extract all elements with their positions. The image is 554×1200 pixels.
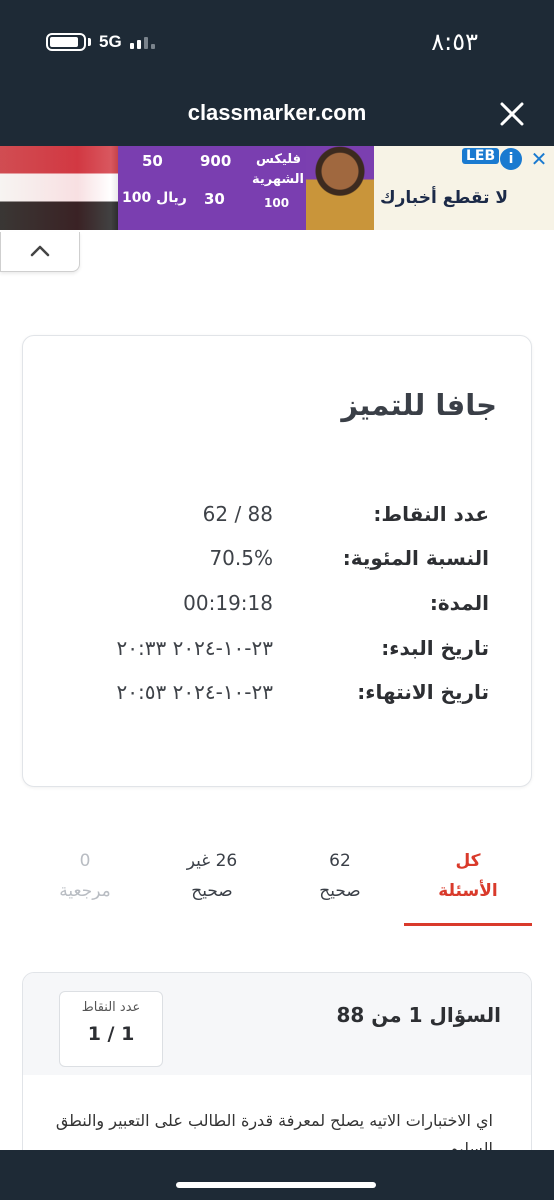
- ad-close-icon[interactable]: ✕: [528, 148, 550, 170]
- points-label: عدد النقاط: [81, 1000, 141, 1015]
- page-url[interactable]: classmarker.com: [0, 100, 554, 126]
- stat-row-duration: المدة: 00:19:18: [23, 591, 531, 621]
- close-icon[interactable]: [498, 100, 526, 128]
- ad-text: فليكس: [256, 152, 302, 167]
- stat-row-end-date: تاريخ الانتهاء: ٢٣-١٠-٢٠٢٤ ٢٠:٥٣: [23, 680, 531, 710]
- battery-tip: [88, 38, 91, 46]
- home-indicator[interactable]: [176, 1182, 376, 1188]
- ad-offer-panel: 50 900 فليكس الشهرية 100 30 100 ريال: [118, 146, 306, 230]
- ad-banner[interactable]: 50 900 فليكس الشهرية 100 30 100 ريال لا …: [0, 146, 554, 230]
- stat-value: 70.5%: [209, 546, 273, 570]
- points-value: 1 / 1: [87, 1023, 135, 1045]
- stat-value: 00:19:18: [183, 591, 273, 615]
- browser-chrome: 5G ٨:٥٣ classmarker.com: [0, 0, 554, 146]
- stat-label: تاريخ الانتهاء:: [357, 680, 489, 704]
- stat-label: تاريخ البدء:: [381, 636, 489, 660]
- tab-line: صحيح: [191, 881, 233, 901]
- status-time: ٨:٥٣: [431, 28, 478, 56]
- stat-label: النسبة المئوية:: [342, 546, 489, 570]
- stat-value: ٢٣-١٠-٢٠٢٤ ٢٠:٣٣: [116, 636, 273, 660]
- status-indicators: 5G: [46, 32, 155, 52]
- tab-line: صحيح: [319, 881, 361, 901]
- tab-line: الأسئلة: [438, 881, 498, 901]
- signal-icon: [129, 35, 155, 49]
- tab-line: 62: [329, 851, 351, 871]
- question-header: السؤال 1 من 88 عدد النقاط 1 / 1: [23, 973, 531, 1075]
- bottom-bar: [0, 1150, 554, 1200]
- question-filter-tabs: كل الأسئلة 62 صحيح 26 غير صحيح 0 مرجعية: [22, 846, 532, 928]
- stat-label: عدد النقاط:: [373, 502, 489, 526]
- ad-tagline: لا تقطع أخبارك: [380, 188, 509, 208]
- tab-line: مرجعية: [59, 881, 111, 901]
- tab-line: 26 غير: [186, 851, 238, 871]
- ad-text: 100 ريال: [122, 190, 187, 206]
- chevron-up-icon: [30, 245, 50, 257]
- ad-person-image: [306, 146, 374, 230]
- ad-logo: LEB: [462, 148, 500, 164]
- ad-flag-image: [0, 146, 120, 230]
- collapse-ad-button[interactable]: [0, 232, 80, 272]
- tab-correct[interactable]: 62 صحيح: [276, 846, 404, 926]
- stat-row-percentage: النسبة المئوية: 70.5%: [23, 546, 531, 576]
- network-type: 5G: [99, 32, 122, 51]
- quiz-title: جافا للتميز: [341, 388, 497, 422]
- tab-line: 0: [79, 851, 91, 871]
- tab-line: كل: [455, 851, 481, 871]
- ad-text: 50: [142, 152, 163, 170]
- ad-info-icon[interactable]: i: [500, 148, 522, 170]
- ad-text: الشهرية: [252, 172, 304, 187]
- stat-row-points: عدد النقاط: 62 / 88: [23, 502, 531, 532]
- results-card: جافا للتميز عدد النقاط: 62 / 88 النسبة ا…: [22, 335, 532, 787]
- tab-review[interactable]: 0 مرجعية: [22, 846, 148, 926]
- question-title: السؤال 1 من 88: [336, 1003, 501, 1027]
- ad-text: 100: [264, 196, 290, 210]
- stat-value: 62 / 88: [202, 502, 273, 526]
- question-points-box: عدد النقاط 1 / 1: [59, 991, 163, 1067]
- ad-text: 30: [204, 190, 225, 208]
- tab-incorrect[interactable]: 26 غير صحيح: [148, 846, 276, 926]
- stat-value: ٢٣-١٠-٢٠٢٤ ٢٠:٥٣: [116, 680, 273, 704]
- battery-icon: [46, 33, 86, 51]
- ad-text: 900: [200, 152, 232, 170]
- stat-label: المدة:: [429, 591, 489, 615]
- stat-row-start-date: تاريخ البدء: ٢٣-١٠-٢٠٢٤ ٢٠:٣٣: [23, 636, 531, 666]
- tab-all-questions[interactable]: كل الأسئلة: [404, 846, 532, 926]
